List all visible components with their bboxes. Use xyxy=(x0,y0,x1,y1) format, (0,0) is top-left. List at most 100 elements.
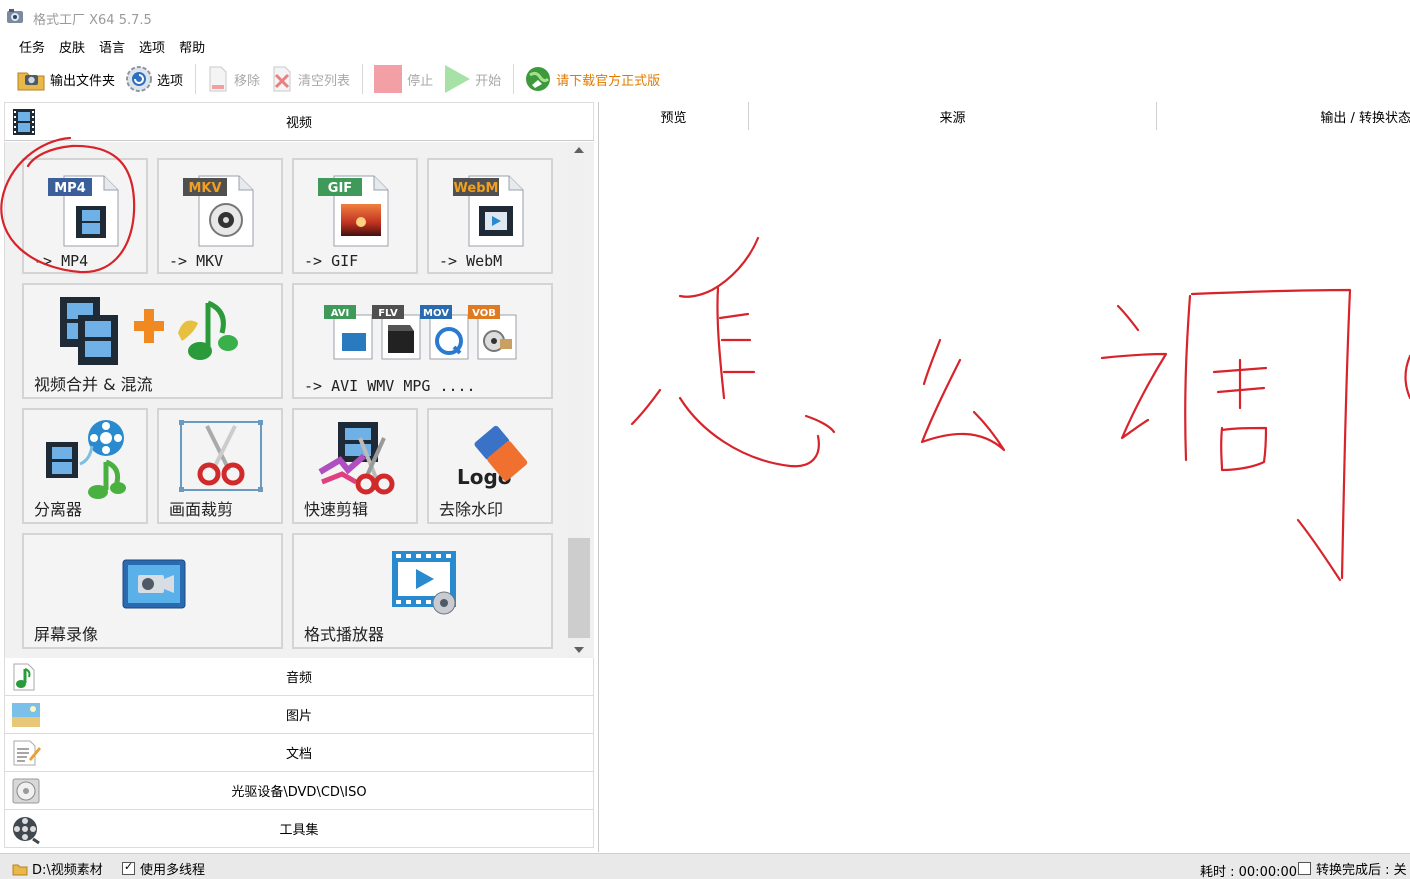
convert-webm-label: -> WebM xyxy=(439,252,503,270)
stop-label: 停止 xyxy=(407,73,434,89)
convert-mp4-tile[interactable]: MP4 -> MP4 xyxy=(22,158,148,274)
category-video[interactable]: 视频 xyxy=(4,102,594,141)
splitter-icon xyxy=(46,420,126,499)
category-video-label: 视频 xyxy=(285,116,312,131)
toolbar-separator xyxy=(513,64,515,94)
start-label: 开始 xyxy=(475,73,502,89)
globe-icon xyxy=(526,67,551,91)
mp4-file-icon: MP4 xyxy=(48,175,119,247)
gear-icon xyxy=(126,66,153,92)
svg-text:AVI: AVI xyxy=(331,308,350,319)
output-folder-button[interactable]: 输出文件夹 xyxy=(12,62,121,96)
film-strip-icon xyxy=(13,109,35,135)
clear-list-button[interactable]: 清空列表 xyxy=(266,62,356,96)
remove-watermark-tile[interactable]: Logo 去除水印 xyxy=(427,408,553,524)
category-audio-label: 音频 xyxy=(285,671,312,686)
output-folder-path[interactable]: D:\视频素材 xyxy=(12,859,103,878)
video-merge-label: 视频合并 & 混流 xyxy=(34,375,153,394)
player-icon xyxy=(392,551,456,615)
multithread-label: 使用多线程 xyxy=(140,863,206,878)
category-disc[interactable]: 光驱设备\DVD\CD\ISO xyxy=(4,772,594,810)
crop-tile[interactable]: 画面裁剪 xyxy=(157,408,283,524)
webm-file-icon: WebM xyxy=(453,175,524,247)
stop-button[interactable]: 停止 xyxy=(369,62,439,96)
clear-list-icon xyxy=(273,66,291,92)
merge-icon xyxy=(60,297,238,365)
options-button[interactable]: 选项 xyxy=(121,62,189,96)
convert-mkv-tile[interactable]: MKV -> MKV xyxy=(157,158,283,274)
multithread-option[interactable]: 使用多线程 xyxy=(122,859,205,878)
menu-options[interactable]: 选项 xyxy=(132,34,172,58)
other-categories: 音频 图片 文档 光驱设备\DVD\CD\ISO 工具集 xyxy=(4,658,594,848)
category-image[interactable]: 图片 xyxy=(4,696,594,734)
output-folder-label: 输出文件夹 xyxy=(50,73,116,89)
gif-file-icon: GIF xyxy=(318,175,389,247)
download-official-link[interactable]: 请下载官方正式版 xyxy=(520,62,666,96)
crop-label: 画面裁剪 xyxy=(169,500,234,519)
menu-language[interactable]: 语言 xyxy=(92,34,132,58)
menu-help[interactable]: 帮助 xyxy=(172,34,212,58)
toolbar-separator xyxy=(362,64,364,94)
column-source-label: 来源 xyxy=(939,110,966,126)
options-label: 选项 xyxy=(157,73,184,89)
svg-text:GIF: GIF xyxy=(328,181,352,196)
remove-label: 移除 xyxy=(234,73,261,89)
category-tools-label: 工具集 xyxy=(279,823,319,838)
category-audio[interactable]: 音频 xyxy=(4,658,594,696)
format-player-label: 格式播放器 xyxy=(304,625,385,644)
scroll-up-arrow-icon[interactable] xyxy=(574,147,584,153)
column-preview-label: 预览 xyxy=(660,110,687,126)
app-icon xyxy=(7,9,23,23)
convert-webm-tile[interactable]: WebM -> WebM xyxy=(427,158,553,274)
after-convert-option[interactable]: 转换完成后 : 关 xyxy=(1298,859,1407,878)
screen-record-tile[interactable]: 屏幕录像 xyxy=(22,533,283,649)
output-folder-path-label: D:\视频素材 xyxy=(32,863,103,878)
convert-mp4-label: -> MP4 xyxy=(34,252,89,270)
toolbar: 输出文件夹 选项 移除 清空列表 停止 开始 请下载官方正式版 xyxy=(0,58,1410,100)
video-tools-grid: MP4 -> MP4 MKV -> MKV GIF -> GIF WebM ->… xyxy=(4,142,594,658)
remove-watermark-label: 去除水印 xyxy=(439,500,504,519)
video-merge-tile[interactable]: 视频合并 & 混流 xyxy=(22,283,283,399)
music-note-icon xyxy=(13,663,35,691)
play-icon xyxy=(445,65,471,93)
multithread-checkbox[interactable] xyxy=(122,860,135,875)
column-source[interactable]: 来源 xyxy=(749,102,1157,130)
convert-multi-format-label: -> AVI WMV MPG .... xyxy=(304,377,476,395)
category-panel: 视频 MP4 -> MP4 MKV -> MKV GIF -> GIF WebM… xyxy=(4,102,594,852)
task-list-panel[interactable]: 预览 来源 输出 / 转换状态 xyxy=(598,102,1410,852)
after-convert-checkbox[interactable] xyxy=(1298,862,1311,875)
scroll-down-arrow-icon[interactable] xyxy=(574,647,584,653)
elapsed-time: 耗时 : 00:00:00 xyxy=(1200,865,1298,879)
column-status[interactable]: 输出 / 转换状态 xyxy=(1157,102,1410,130)
quick-edit-tile[interactable]: 快速剪辑 xyxy=(292,408,418,524)
picture-icon xyxy=(12,703,40,727)
download-official-label: 请下载官方正式版 xyxy=(556,73,661,89)
folder-icon xyxy=(17,72,45,91)
start-button[interactable]: 开始 xyxy=(439,62,507,96)
svg-text:MP4: MP4 xyxy=(54,181,86,196)
quick-edit-label: 快速剪辑 xyxy=(304,500,369,519)
svg-text:MOV: MOV xyxy=(423,308,449,319)
tools-scrollbar[interactable] xyxy=(567,142,591,658)
category-document[interactable]: 文档 xyxy=(4,734,594,772)
category-tools[interactable]: 工具集 xyxy=(4,810,594,848)
menu-skin[interactable]: 皮肤 xyxy=(52,34,92,58)
menu-bar: 任务 皮肤 语言 选项 帮助 xyxy=(0,34,1410,58)
column-preview[interactable]: 预览 xyxy=(599,102,749,130)
stop-icon xyxy=(374,65,403,93)
svg-text:WebM: WebM xyxy=(454,181,499,196)
remove-button[interactable]: 移除 xyxy=(202,62,266,96)
folder-small-icon xyxy=(12,864,28,875)
convert-multi-format-tile[interactable]: AVI FLV MOV VOB -> AVI WMV MPG .... xyxy=(292,283,553,399)
splitter-tile[interactable]: 分离器 xyxy=(22,408,148,524)
toolbar-separator xyxy=(195,64,197,94)
menu-task[interactable]: 任务 xyxy=(12,34,52,58)
svg-text:VOB: VOB xyxy=(472,308,496,319)
scroll-thumb[interactable] xyxy=(568,538,590,638)
window-title: 格式工厂 X64 5.7.5 xyxy=(33,13,152,28)
category-image-label: 图片 xyxy=(285,709,312,724)
convert-gif-tile[interactable]: GIF -> GIF xyxy=(292,158,418,274)
format-player-tile[interactable]: 格式播放器 xyxy=(292,533,553,649)
svg-text:FLV: FLV xyxy=(378,308,398,319)
category-disc-label: 光驱设备\DVD\CD\ISO xyxy=(231,785,367,800)
